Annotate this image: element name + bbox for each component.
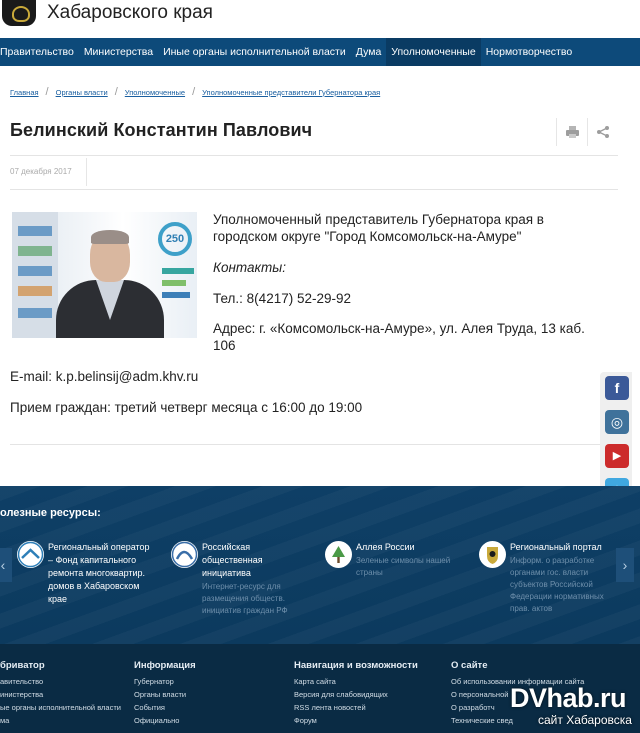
breadcrumb-governor-representatives[interactable]: Уполномоченные представители Губернатора… — [202, 88, 380, 97]
youtube-icon[interactable]: ▶ — [605, 444, 629, 468]
resource-desc-roi: Интернет-ресурс для размещения обществ. … — [202, 582, 288, 615]
useful-resources-section: олезные ресурсы: ‹ › Региональный операт… — [0, 486, 640, 644]
email[interactable]: E-mail: k.p.belinsij@adm.khv.ru — [10, 368, 198, 385]
breadcrumb-authorities[interactable]: Органы власти — [56, 88, 108, 97]
site-header: Хабаровского края — [0, 0, 640, 38]
nav-item-commissioners[interactable]: Уполномоченные — [386, 38, 481, 66]
resource-link-roi[interactable]: Российская общественная инициатива — [202, 541, 263, 580]
footer-link[interactable]: авительство — [0, 677, 43, 686]
resource-desc-regional-portal: Информ. о разработке органами гос. власт… — [510, 556, 604, 613]
footer-link[interactable]: Официально — [134, 716, 179, 725]
carousel-prev-button[interactable]: ‹ — [0, 548, 12, 582]
footer-link[interactable]: ма — [0, 716, 9, 725]
footer-col-1-title: бриватор — [0, 660, 45, 671]
main-nav: Правительство Министерства Иные органы и… — [0, 38, 640, 66]
regional-portal-crest-icon[interactable] — [479, 541, 506, 568]
coat-of-arms-logo[interactable] — [2, 0, 36, 26]
footer-link[interactable]: ые органы исполнительной власти — [0, 703, 121, 712]
footer-link[interactable]: инистерства — [0, 690, 43, 699]
print-button[interactable] — [556, 118, 587, 146]
printer-icon — [565, 126, 579, 138]
share-icon — [597, 126, 609, 138]
roi-logo-icon[interactable] — [171, 541, 198, 568]
divider — [10, 189, 618, 190]
nav-item-ministries[interactable]: Министерства — [79, 38, 158, 66]
footer-col-4-title: О сайте — [451, 660, 488, 671]
resource-link-regional-portal[interactable]: Региональный портал — [510, 541, 602, 554]
breadcrumb: Главная / Органы власти / Уполномоченные… — [10, 86, 380, 98]
page-title: Белинский Константин Павлович — [10, 120, 313, 140]
breadcrumb-separator: / — [114, 86, 118, 98]
nav-item-duma[interactable]: Дума — [351, 38, 387, 66]
facebook-icon[interactable]: f — [605, 376, 629, 400]
footer-link[interactable]: Губернатор — [134, 677, 174, 686]
resource-desc-alley: Зеленые символы нашей страны — [356, 556, 451, 577]
breadcrumb-separator: / — [45, 86, 49, 98]
phone: Тел.: 8(4217) 52-29-92 — [213, 291, 351, 306]
footer-col-2-title: Информация — [134, 660, 196, 671]
nav-item-other-bodies[interactable]: Иные органы исполнительной власти — [158, 38, 351, 66]
address-line-2: 106 — [213, 338, 236, 353]
nav-item-lawmaking[interactable]: Нормотворчество — [481, 38, 577, 66]
watermark-title: DVhab.ru — [510, 683, 627, 713]
resource-link-fund[interactable]: Региональный оператор – Фонд капитальног… — [48, 541, 150, 606]
footer-link[interactable]: Версия для слабовидящих — [294, 690, 388, 699]
fund-logo-icon[interactable] — [17, 541, 44, 568]
tree-logo-icon[interactable] — [325, 541, 352, 568]
site-title[interactable]: Хабаровского края — [47, 2, 213, 24]
footer-link[interactable]: RSS лента новостей — [294, 703, 366, 712]
breadcrumb-home[interactable]: Главная — [10, 88, 39, 97]
divider — [86, 158, 87, 186]
title-tools — [556, 118, 618, 146]
divider — [10, 444, 618, 445]
breadcrumb-separator: / — [192, 86, 196, 98]
nav-item-government[interactable]: Правительство — [0, 38, 79, 66]
reception-hours: Прием граждан: третий четверг месяца с 1… — [10, 400, 363, 415]
portrait-photo: 250 — [12, 212, 197, 338]
footer-link[interactable]: События — [134, 703, 165, 712]
publish-date: 07 декабря 2017 — [10, 167, 72, 176]
watermark-subtitle: сайт Хабаровска — [538, 713, 632, 727]
share-button[interactable] — [587, 118, 618, 146]
position-line-2: городском округе "Город Комсомольск-на-А… — [213, 229, 522, 244]
position-line-1: Уполномоченный представитель Губернатора… — [213, 212, 544, 227]
divider — [10, 155, 618, 156]
address-line-1: Адрес: г. «Комсомольск-на-Амуре», ул. Ал… — [213, 321, 585, 336]
carousel-next-button[interactable]: › — [616, 548, 634, 582]
watermark: DVhab.ru сайт Хабаровска — [470, 683, 640, 733]
footer-link[interactable]: Карта сайта — [294, 677, 336, 686]
resource-link-alley[interactable]: Аллея России — [356, 541, 415, 554]
instagram-icon[interactable]: ◎ — [605, 410, 629, 434]
footer-link[interactable]: Органы власти — [134, 690, 186, 699]
footer-link[interactable]: Форум — [294, 716, 317, 725]
resources-title: олезные ресурсы: — [0, 507, 101, 519]
footer-col-3-title: Навигация и возможности — [294, 660, 418, 671]
contacts-label: Контакты: — [213, 260, 286, 275]
breadcrumb-commissioners[interactable]: Уполномоченные — [125, 88, 185, 97]
